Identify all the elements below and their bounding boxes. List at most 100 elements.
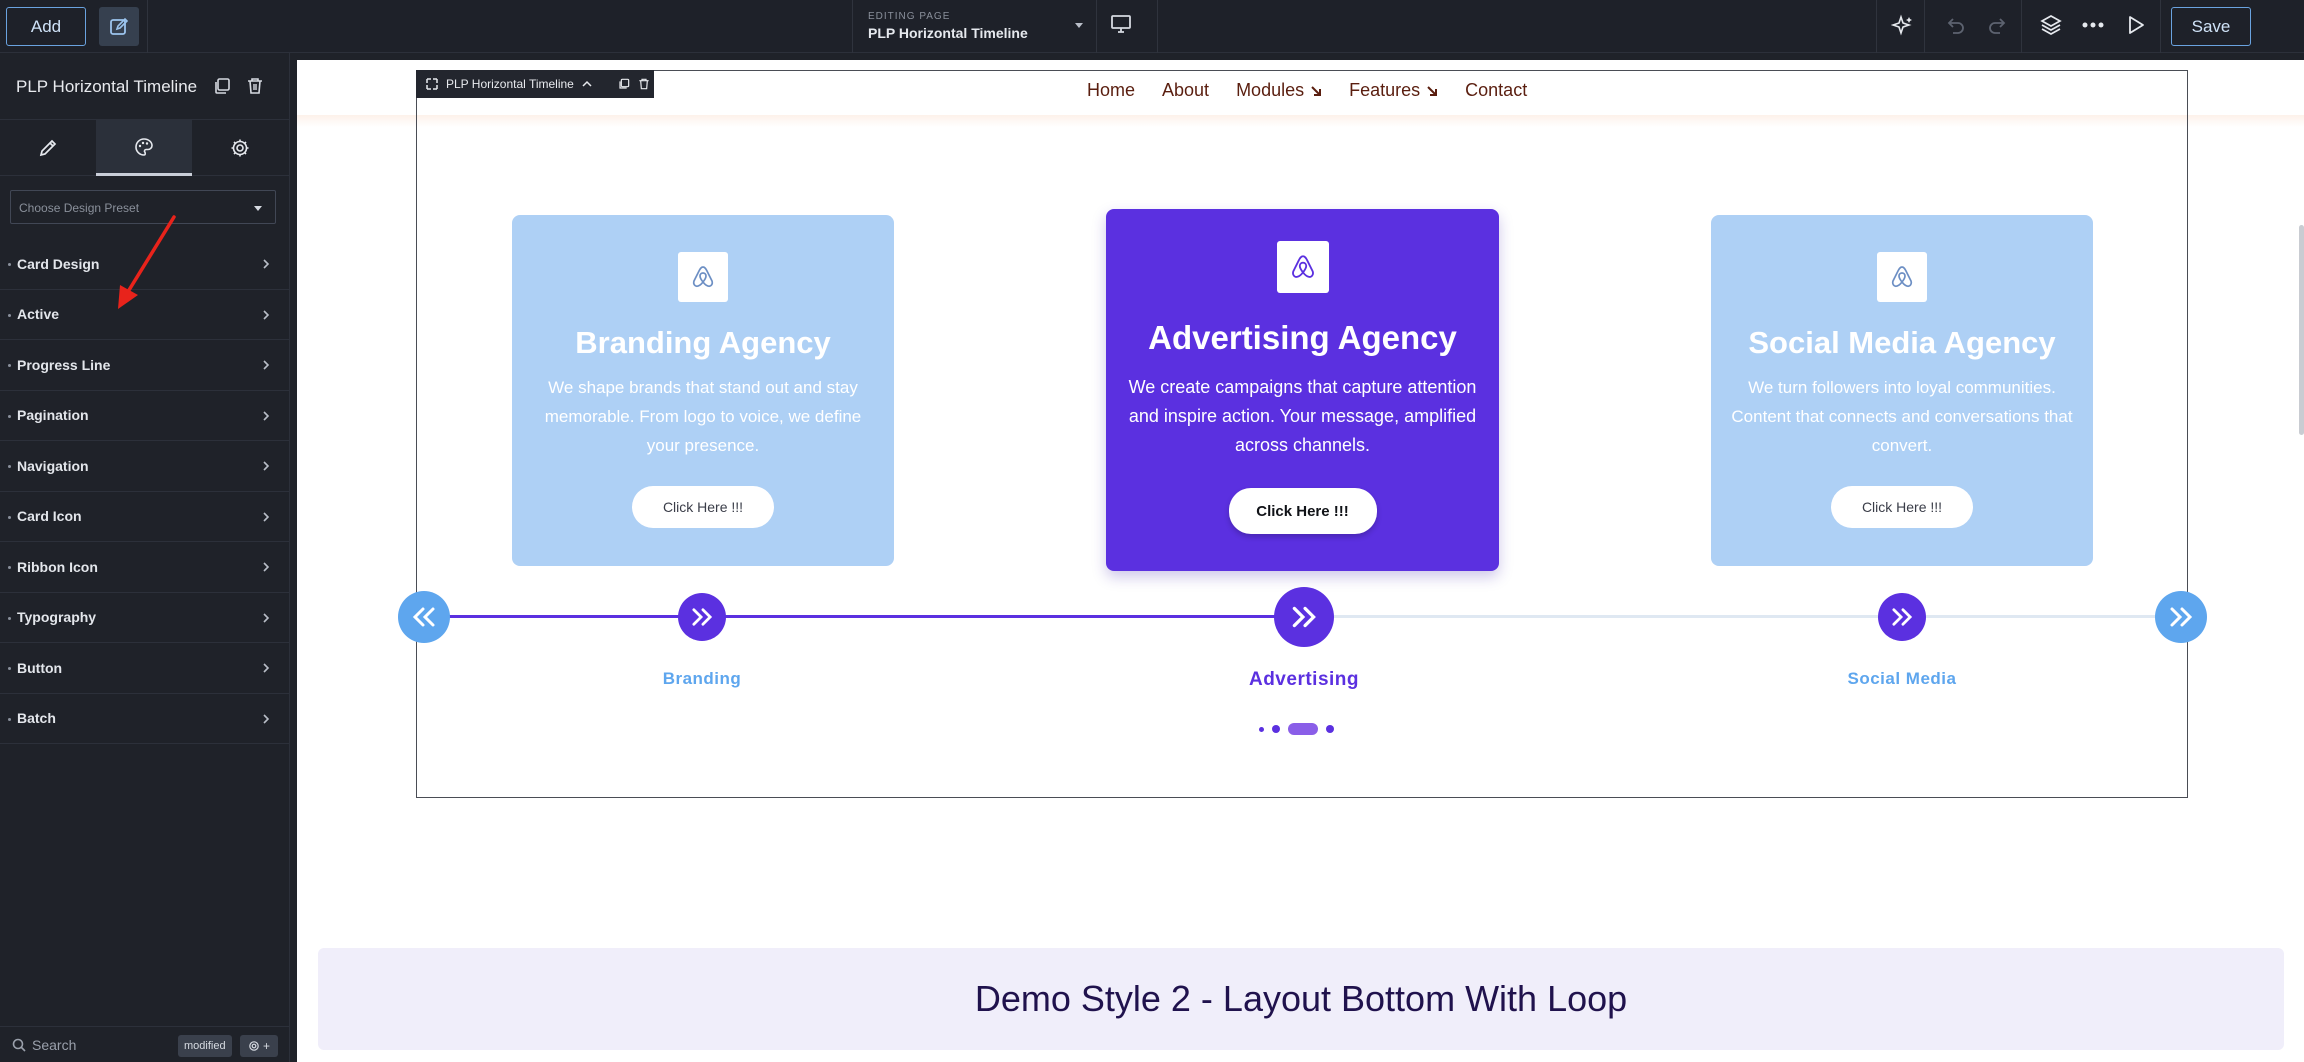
airbnb-icon [1291, 255, 1314, 278]
timeline-label-branding[interactable]: Branding [582, 669, 822, 689]
desktop-icon [1111, 15, 1131, 33]
section-label: Navigation [17, 457, 89, 474]
card-icon [1877, 252, 1927, 302]
card-title: Branding Agency [575, 325, 831, 360]
tab-content[interactable] [0, 120, 96, 176]
section-typography[interactable]: Typography [0, 593, 290, 643]
section-label: Ribbon Icon [17, 558, 98, 575]
timeline-node-advertising[interactable] [1274, 587, 1334, 647]
duplicate-button[interactable] [213, 77, 231, 95]
duplicate-icon[interactable] [618, 78, 630, 90]
card-text: We create campaigns that capture attenti… [1128, 377, 1477, 455]
chevron-right-icon [263, 562, 270, 572]
settings-add-button[interactable]: + [240, 1035, 278, 1057]
section-navigation[interactable]: Navigation [0, 441, 290, 492]
card-text: We turn followers into loyal communities… [1731, 378, 2073, 455]
widget-title: PLP Horizontal Timeline [16, 77, 198, 96]
move-icon [426, 78, 438, 90]
gear-icon [231, 139, 249, 157]
pagination-dot[interactable] [1272, 725, 1280, 733]
plus-icon: + [262, 1039, 270, 1053]
airbnb-icon [692, 266, 714, 288]
trash-icon [248, 78, 262, 94]
pagination-dots [1259, 723, 1334, 735]
more-options-button[interactable] [2082, 20, 2104, 30]
pagination-dot[interactable] [1326, 725, 1334, 733]
tab-advanced[interactable] [192, 120, 288, 176]
section-pagination[interactable]: Pagination [0, 391, 290, 441]
progress-line-track [1305, 615, 2171, 618]
section-label: Card Icon [17, 508, 82, 525]
chevron-right-icon [263, 410, 270, 421]
chevron-right-icon [263, 259, 270, 269]
section-label: Pagination [17, 407, 89, 424]
prev-arrow-button[interactable] [398, 591, 450, 643]
next-arrow-button[interactable] [2155, 591, 2207, 643]
trash-icon[interactable] [638, 78, 650, 90]
play-icon [2129, 16, 2144, 34]
ai-assistant-button[interactable] [1891, 14, 1915, 38]
section-batch[interactable]: Batch [0, 694, 290, 744]
timeline-node-social-media[interactable] [1878, 593, 1926, 641]
card-button[interactable]: Click Here !!! [1228, 488, 1377, 534]
redo-icon [1989, 18, 2006, 34]
double-chevron-left-icon [412, 607, 435, 627]
sidebar-header: PLP Horizontal Timeline [0, 53, 289, 120]
editing-page-select[interactable]: EDITING PAGE PLP Horizontal Timeline [852, 0, 1097, 53]
add-button[interactable]: Add [6, 7, 86, 46]
card-button[interactable]: Click Here !!! [1831, 486, 1973, 528]
progress-line-filled [424, 615, 1305, 618]
section-ribbon-icon[interactable]: Ribbon Icon [0, 542, 290, 593]
pagination-dot-active[interactable] [1288, 723, 1318, 735]
search-label: Search [32, 1037, 77, 1053]
search-icon [12, 1038, 26, 1052]
timeline-card-branding: Branding Agency We shape brands that sta… [512, 215, 894, 566]
section-label: Button [17, 659, 63, 676]
airbnb-icon [1891, 266, 1913, 288]
timeline-node-branding[interactable] [678, 593, 726, 641]
card-title: Social Media Agency [1748, 325, 2056, 360]
card-icon [1276, 241, 1329, 293]
delete-button[interactable] [246, 77, 264, 95]
device-preview-button[interactable] [1110, 13, 1132, 35]
tab-style[interactable] [96, 120, 192, 176]
card-icon [678, 252, 728, 302]
section-button[interactable]: Button [0, 643, 290, 694]
edit-mode-button[interactable] [99, 7, 139, 46]
demo-section-banner: Demo Style 2 - Layout Bottom With Loop [318, 948, 2284, 1050]
ai-sparkle-icon [1891, 14, 1912, 36]
preview-button[interactable] [2126, 14, 2146, 36]
chevron-right-icon [263, 511, 270, 522]
more-icon [2082, 22, 2104, 28]
layers-button[interactable] [2040, 14, 2062, 36]
section-progress-line[interactable]: Progress Line [0, 340, 290, 391]
chevron-right-icon [263, 309, 270, 320]
timeline-label-advertising[interactable]: Advertising [1184, 669, 1424, 691]
duplicate-icon [215, 78, 230, 94]
undo-icon [1947, 18, 1964, 34]
card-button[interactable]: Click Here !!! [632, 486, 774, 528]
double-chevron-right-icon [2170, 607, 2193, 627]
chevron-down-icon [254, 206, 262, 211]
canvas-scrollbar[interactable] [2299, 225, 2304, 435]
section-card-icon[interactable]: Card Icon [0, 492, 290, 542]
undo-button[interactable] [1944, 14, 1966, 36]
section-label: Card Design [17, 255, 100, 272]
page-canvas: Home About Modules Features Contact PLP … [297, 60, 2304, 1062]
annotation-arrow-icon [118, 215, 176, 309]
chevron-right-icon [263, 360, 270, 370]
modified-filter-button[interactable]: modified [178, 1035, 232, 1057]
timeline-label-social-media[interactable]: Social Media [1782, 669, 2022, 689]
sidebar-search[interactable]: Search [12, 1037, 76, 1053]
chevron-right-icon [263, 461, 270, 471]
pagination-dot[interactable] [1259, 726, 1264, 732]
sidebar-tabs [0, 120, 289, 176]
save-button[interactable]: Save [2171, 7, 2251, 46]
widget-handle[interactable]: PLP Horizontal Timeline [416, 70, 654, 98]
redo-button[interactable] [1987, 14, 2009, 36]
chevron-right-icon [263, 612, 270, 623]
chevron-right-icon [263, 713, 270, 724]
chevron-right-icon [263, 663, 270, 673]
double-chevron-right-icon [1892, 608, 1913, 626]
demo-heading: Demo Style 2 - Layout Bottom With Loop [974, 978, 1628, 1019]
